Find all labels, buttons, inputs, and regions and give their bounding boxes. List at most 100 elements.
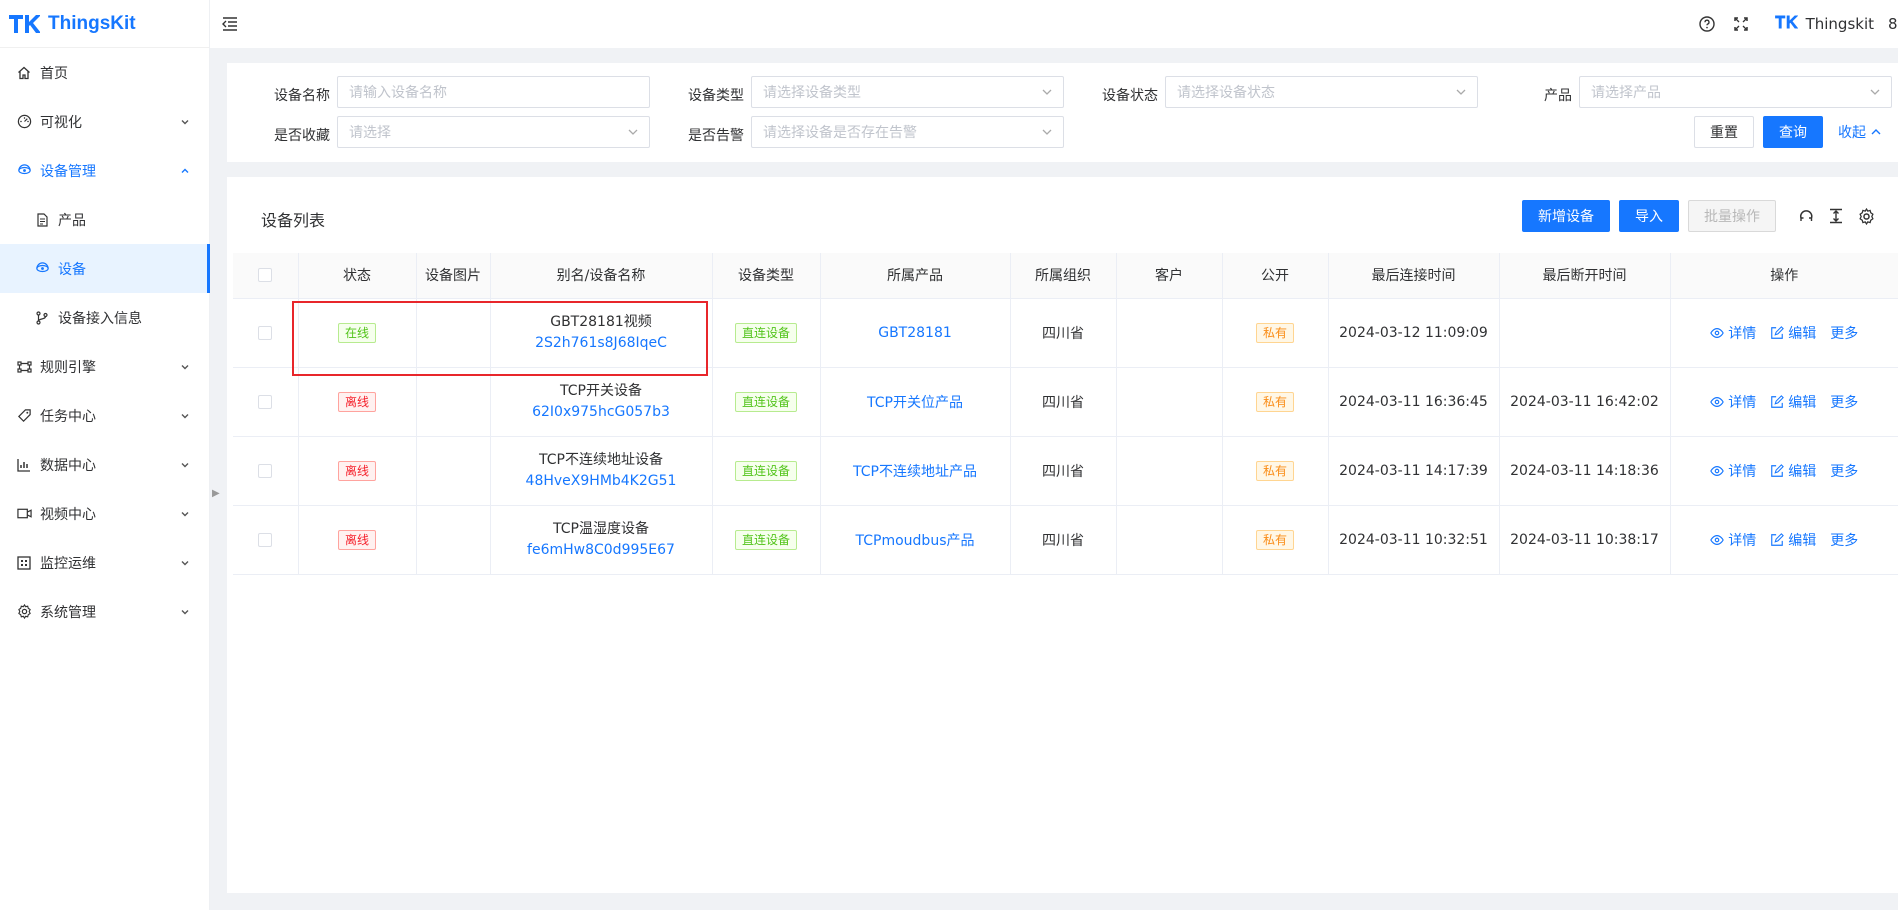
row-checkbox[interactable]: [258, 325, 273, 340]
column-header[interactable]: 别名/设备名称: [490, 253, 713, 299]
sidebar-item-label: 设备接入信息: [58, 310, 142, 327]
user-menu[interactable]: Thingskit 8: [1774, 14, 1898, 34]
eye-icon: [1710, 464, 1725, 478]
column-header[interactable]: 设备图片: [416, 253, 491, 299]
detail-action[interactable]: 详情: [1710, 392, 1756, 412]
device-alias: GBT28181视频: [550, 313, 652, 330]
more-action[interactable]: 更多: [1830, 461, 1858, 481]
column-header[interactable]: 客户: [1116, 253, 1223, 299]
column-header[interactable]: 公开: [1222, 253, 1329, 299]
actions-cell: 详情 编辑 更多: [1670, 298, 1898, 368]
device-name-cell: TCP不连续地址设备 48HveX9HMb4K2G51: [490, 436, 713, 506]
help-icon[interactable]: [1698, 15, 1716, 33]
sidebar-item[interactable]: 设备: [0, 244, 210, 293]
more-action[interactable]: 更多: [1830, 323, 1858, 343]
sidebar-item-label: 视频中心: [40, 506, 96, 523]
settings-gear-icon[interactable]: [1857, 207, 1875, 225]
device-name-input[interactable]: 请输入设备名称: [337, 76, 650, 108]
collapse-filter-link[interactable]: 收起: [1838, 122, 1882, 142]
sidebar-item[interactable]: 任务中心: [0, 391, 209, 440]
sidebar-item-label: 任务中心: [40, 408, 96, 425]
sidebar-item[interactable]: 首页: [0, 48, 209, 97]
sidebar-item[interactable]: 规则引擎: [0, 342, 209, 391]
batch-operation-button[interactable]: 批量操作: [1688, 200, 1776, 232]
sidebar-item[interactable]: 监控运维: [0, 538, 209, 587]
org-cell: 四川省: [1010, 505, 1117, 575]
detail-action[interactable]: 详情: [1710, 323, 1756, 343]
device-type-select[interactable]: 请选择设备类型: [751, 76, 1064, 108]
add-device-button[interactable]: 新增设备: [1522, 200, 1610, 232]
sidebar-item[interactable]: 设备管理: [0, 146, 209, 195]
query-button[interactable]: 查询: [1763, 116, 1823, 148]
device-icon: [16, 163, 32, 179]
device-id-link[interactable]: 48HveX9HMb4K2G51: [491, 471, 712, 492]
device-id-link[interactable]: 2S2h761s8J68IqeC: [491, 333, 712, 354]
edit-action[interactable]: 编辑: [1770, 392, 1816, 412]
sidebar-collapse-handle[interactable]: ▶: [212, 488, 220, 502]
row-checkbox[interactable]: [258, 532, 273, 547]
device-table: 状态 设备图片 别名/设备名称 设备类型 所属产品 所属组织 客户 公开 最后连…: [233, 253, 1898, 575]
column-header[interactable]: 操作: [1670, 253, 1898, 299]
device-status-select[interactable]: 请选择设备状态: [1165, 76, 1478, 108]
sidebar-item[interactable]: 产品: [0, 195, 209, 244]
device-id-link[interactable]: 62I0x975hcG057b3: [491, 402, 712, 423]
device-type-cell: 直连设备: [712, 367, 821, 437]
menu-fold-icon[interactable]: [220, 14, 240, 34]
sidebar-item[interactable]: 系统管理: [0, 587, 209, 636]
edit-action[interactable]: 编辑: [1770, 530, 1816, 550]
table-row[interactable]: 离线 TCP不连续地址设备 48HveX9HMb4K2G51 直连设备 TCP不连续地址…: [233, 436, 1898, 506]
column-header[interactable]: 最后连接时间: [1328, 253, 1500, 299]
device-image-cell: [416, 298, 491, 368]
row-select-cell: [233, 505, 299, 575]
product-link[interactable]: TCPmoudbus产品: [856, 533, 975, 549]
edit-action[interactable]: 编辑: [1770, 461, 1816, 481]
filter-panel: 设备名称 请输入设备名称 设备类型 请选择设备类型 设备状态 请选择设备状态 产…: [227, 63, 1898, 162]
column-header[interactable]: 设备类型: [712, 253, 821, 299]
detail-action[interactable]: 详情: [1710, 461, 1756, 481]
sidebar-item[interactable]: 视频中心: [0, 489, 209, 538]
alarm-label: 是否告警: [688, 128, 744, 144]
sidebar-item[interactable]: 设备接入信息: [0, 293, 209, 342]
product-link[interactable]: GBT28181: [878, 325, 952, 341]
row-checkbox[interactable]: [258, 394, 273, 409]
chevron-down-icon: [1869, 86, 1881, 98]
customer-cell: [1116, 367, 1223, 437]
alarm-select[interactable]: 请选择设备是否存在告警: [751, 116, 1064, 148]
import-button[interactable]: 导入: [1619, 200, 1679, 232]
device-list-title: 设备列表: [261, 211, 326, 230]
status-cell: 离线: [298, 367, 417, 437]
column-height-icon[interactable]: [1827, 207, 1845, 225]
more-action[interactable]: 更多: [1830, 392, 1858, 412]
select-all-checkbox[interactable]: [258, 268, 273, 283]
chevron-down-icon: [179, 557, 191, 569]
device-id-link[interactable]: fe6mHw8C0d995E67: [491, 540, 712, 561]
task-icon: [16, 408, 32, 424]
table-row[interactable]: 离线 TCP开关设备 62I0x975hcG057b3 直连设备 TCP开关位产品 四川省…: [233, 367, 1898, 437]
fullscreen-icon[interactable]: [1732, 15, 1750, 33]
product-link[interactable]: TCP不连续地址产品: [853, 464, 977, 480]
row-checkbox[interactable]: [258, 463, 273, 478]
detail-action[interactable]: 详情: [1710, 530, 1756, 550]
app-name: ThingsKit: [48, 12, 136, 34]
product-link[interactable]: TCP开关位产品: [867, 395, 963, 411]
column-header[interactable]: 状态: [298, 253, 417, 299]
last-connect-cell: 2024-03-11 10:32:51: [1328, 505, 1500, 575]
table-row[interactable]: 在线 GBT28181视频 2S2h761s8J68IqeC 直连设备 GBT28181…: [233, 298, 1898, 368]
favorited-select[interactable]: 请选择: [337, 116, 650, 148]
column-header[interactable]: 所属组织: [1010, 253, 1117, 299]
sidebar-item-label: 设备管理: [40, 163, 96, 180]
sidebar-item[interactable]: 可视化: [0, 97, 209, 146]
table-row[interactable]: 离线 TCP温湿度设备 fe6mHw8C0d995E67 直连设备 TCPmoudbus…: [233, 505, 1898, 575]
reset-button[interactable]: 重置: [1694, 116, 1754, 148]
device-alias: TCP开关设备: [560, 382, 642, 399]
refresh-icon[interactable]: [1797, 207, 1815, 225]
column-header[interactable]: 最后断开时间: [1499, 253, 1671, 299]
sidebar-item[interactable]: 数据中心: [0, 440, 209, 489]
device-alias: TCP不连续地址设备: [539, 451, 663, 468]
edit-action[interactable]: 编辑: [1770, 323, 1816, 343]
public-cell: 私有: [1222, 367, 1329, 437]
product-select[interactable]: 请选择产品: [1579, 76, 1892, 108]
app-logo[interactable]: ThingsKit: [0, 0, 209, 48]
column-header[interactable]: 所属产品: [820, 253, 1011, 299]
more-action[interactable]: 更多: [1830, 530, 1858, 550]
